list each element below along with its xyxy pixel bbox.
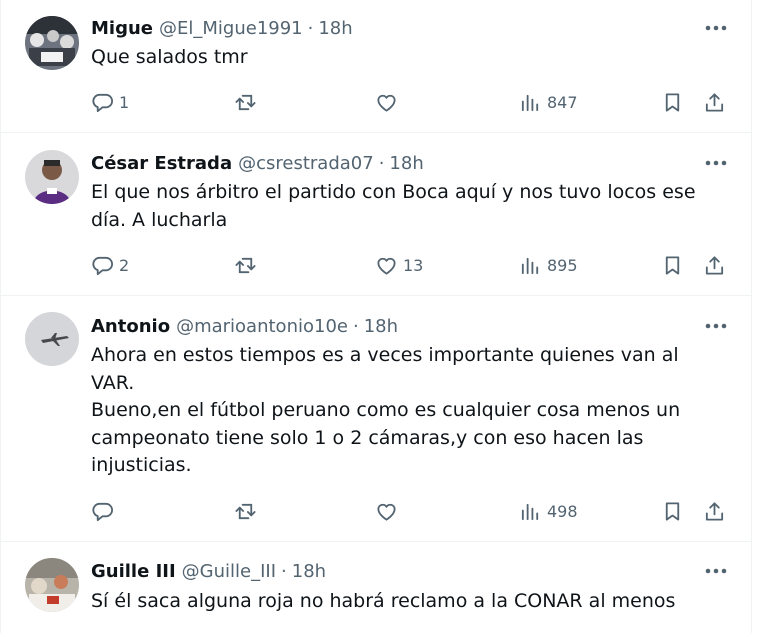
more-options-button[interactable] bbox=[701, 558, 731, 584]
retweet-icon bbox=[235, 257, 256, 273]
tweet-header: César Estrada @csrestrada07 · 18h bbox=[91, 150, 731, 176]
more-horizontal-icon bbox=[705, 25, 727, 31]
author-handle[interactable]: @csrestrada07 bbox=[238, 153, 374, 174]
bookmark-button[interactable] bbox=[661, 496, 684, 526]
more-horizontal-icon bbox=[705, 568, 727, 574]
tweet-text: El que nos árbitro el partido con Boca a… bbox=[91, 179, 713, 234]
author-handle[interactable]: @marioantonio10e bbox=[176, 316, 348, 337]
tweet[interactable]: Migue @El_Migue1991 · 18h Que salados tm… bbox=[1, 0, 751, 133]
share-icon bbox=[705, 92, 724, 112]
separator-dot: · bbox=[307, 17, 314, 39]
author-handle[interactable]: @El_Migue1991 bbox=[159, 18, 303, 39]
view-count: 498 bbox=[547, 501, 578, 521]
more-horizontal-icon bbox=[705, 160, 727, 166]
reply-icon bbox=[92, 502, 113, 521]
separator-dot: · bbox=[352, 315, 359, 337]
bookmark-icon bbox=[665, 255, 680, 275]
author-name[interactable]: Antonio bbox=[91, 316, 170, 337]
retweet-button[interactable] bbox=[234, 496, 262, 526]
views-button[interactable]: 498 bbox=[519, 496, 578, 526]
more-options-button[interactable] bbox=[701, 313, 731, 339]
tweet[interactable]: Guille III @Guille_III · 18h Sí él saca … bbox=[1, 542, 751, 633]
bookmark-button[interactable] bbox=[661, 87, 684, 117]
view-count: 847 bbox=[547, 92, 578, 112]
heart-icon bbox=[377, 257, 396, 275]
heart-icon bbox=[377, 503, 396, 521]
views-chart-icon bbox=[521, 257, 539, 274]
more-horizontal-icon bbox=[705, 323, 727, 329]
tweet-text-line: Bueno,en el fútbol peruano como es cualq… bbox=[91, 399, 681, 421]
timestamp[interactable]: 18h bbox=[292, 561, 326, 582]
share-button[interactable] bbox=[703, 250, 726, 280]
tweet-text: Sí él saca alguna roja no habrá reclamo … bbox=[91, 588, 713, 616]
author-name[interactable]: Migue bbox=[91, 18, 153, 39]
tweet-text-line: El que nos árbitro el partido con Boca a… bbox=[91, 181, 696, 203]
tweet-text-line: día. A lucharla bbox=[91, 208, 228, 231]
tweet[interactable]: Antonio @marioantonio10e · 18h Ahora en … bbox=[1, 296, 751, 542]
tweet-actions: 2 13 895 bbox=[89, 250, 729, 280]
retweet-icon bbox=[235, 503, 256, 519]
retweet-button[interactable] bbox=[234, 87, 262, 117]
tweet-feed: Migue @El_Migue1991 · 18h Que salados tm… bbox=[0, 0, 752, 633]
more-options-button[interactable] bbox=[701, 150, 731, 176]
share-button[interactable] bbox=[703, 87, 726, 117]
tweet-text-line: Sí él saca alguna roja no habrá reclamo … bbox=[91, 590, 676, 612]
tweet-text-line: VAR. bbox=[91, 371, 135, 394]
views-chart-icon bbox=[521, 94, 539, 111]
avatar[interactable] bbox=[25, 312, 79, 366]
timestamp[interactable]: 18h bbox=[318, 18, 352, 39]
author-handle[interactable]: @Guille_III bbox=[182, 561, 276, 582]
more-options-button[interactable] bbox=[701, 15, 731, 41]
views-button[interactable]: 895 bbox=[519, 250, 578, 280]
tweet-text-line: Que salados tmr bbox=[91, 46, 248, 68]
author-name[interactable]: César Estrada bbox=[91, 153, 232, 174]
share-button[interactable] bbox=[703, 496, 726, 526]
author-name[interactable]: Guille III bbox=[91, 561, 176, 582]
reply-count: 2 bbox=[119, 255, 130, 275]
tweet-text: Que salados tmr bbox=[91, 44, 713, 72]
avatar[interactable] bbox=[25, 558, 79, 612]
like-count: 13 bbox=[403, 255, 424, 275]
reply-icon bbox=[92, 93, 113, 112]
tweet-text-line: injusticias. bbox=[91, 454, 192, 476]
like-button[interactable] bbox=[375, 87, 403, 117]
reply-button[interactable] bbox=[91, 496, 119, 526]
retweet-button[interactable] bbox=[234, 250, 262, 280]
tweet-header: Guille III @Guille_III · 18h bbox=[91, 558, 731, 584]
bookmark-button[interactable] bbox=[661, 250, 684, 280]
share-icon bbox=[705, 255, 724, 275]
timestamp[interactable]: 18h bbox=[364, 316, 398, 337]
views-button[interactable]: 847 bbox=[519, 87, 578, 117]
separator-dot: · bbox=[378, 152, 385, 174]
like-button[interactable] bbox=[375, 496, 403, 526]
tweet-text: Ahora en estos tiempos es a veces import… bbox=[91, 342, 713, 480]
avatar[interactable] bbox=[25, 150, 79, 204]
heart-icon bbox=[377, 94, 396, 112]
separator-dot: · bbox=[281, 560, 287, 582]
reply-button[interactable]: 1 bbox=[91, 87, 129, 117]
tweet-header: Migue @El_Migue1991 · 18h bbox=[91, 15, 731, 41]
like-button[interactable]: 13 bbox=[375, 250, 423, 280]
reply-icon bbox=[92, 256, 113, 275]
reply-button[interactable]: 2 bbox=[91, 250, 129, 280]
tweet-text-line: campeonato tiene solo 1 o 2 cámaras,y co… bbox=[91, 426, 644, 449]
views-chart-icon bbox=[521, 503, 539, 520]
bookmark-icon bbox=[665, 92, 680, 112]
view-count: 895 bbox=[547, 255, 578, 275]
reply-count: 1 bbox=[119, 92, 130, 112]
share-icon bbox=[705, 501, 724, 521]
tweet-actions: 1 847 bbox=[89, 87, 729, 117]
tweet-actions: 498 bbox=[89, 496, 729, 526]
tweet[interactable]: César Estrada @csrestrada07 · 18h El que… bbox=[1, 133, 751, 296]
retweet-icon bbox=[235, 94, 256, 110]
avatar[interactable] bbox=[25, 16, 79, 70]
timestamp[interactable]: 18h bbox=[389, 153, 423, 174]
bookmark-icon bbox=[665, 501, 680, 521]
tweet-text-line: Ahora en estos tiempos es a veces import… bbox=[91, 344, 679, 366]
tweet-header: Antonio @marioantonio10e · 18h bbox=[91, 313, 731, 339]
